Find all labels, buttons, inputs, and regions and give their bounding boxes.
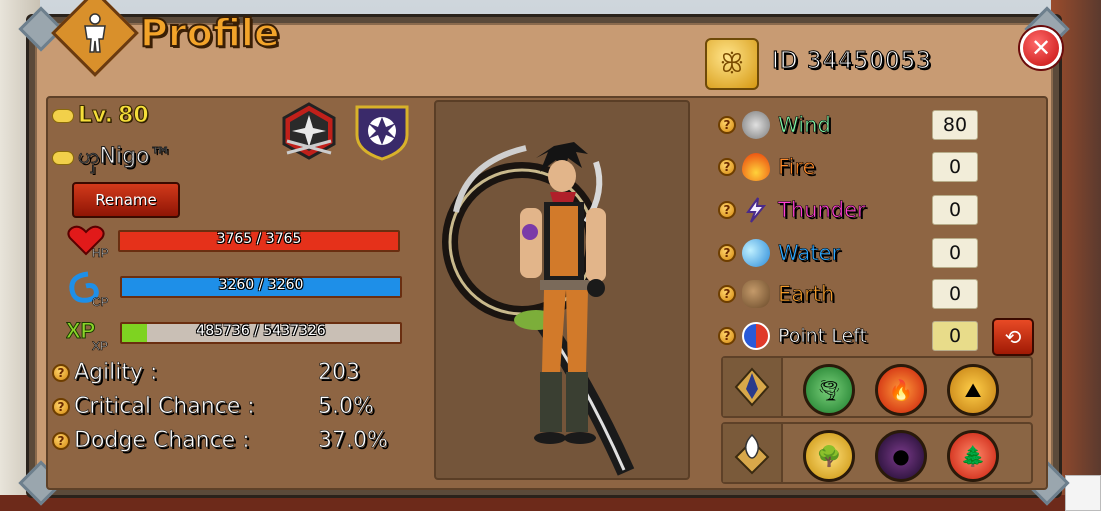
player-name: ၯNigo™ <box>52 141 172 174</box>
window-title-bar: Profile <box>51 0 281 77</box>
cloud-icon <box>52 150 74 165</box>
dodge-chance-value: 37.0% <box>318 428 388 454</box>
skill-fire-icon[interactable]: 🔥 <box>875 364 927 416</box>
thunder-icon <box>742 196 770 224</box>
help-icon[interactable]: ? <box>52 363 70 382</box>
svg-text:XP: XP <box>92 339 108 352</box>
svg-text:CP: CP <box>92 295 109 308</box>
help-icon[interactable]: ? <box>718 158 736 176</box>
help-icon[interactable]: ? <box>52 431 70 450</box>
element-skills-row: 🌪 🔥 ⛰ <box>721 356 1033 418</box>
agility-label: Agility : <box>74 360 158 386</box>
character-preview <box>434 100 690 480</box>
cloud-icon <box>52 108 74 123</box>
talent-flame-tab-icon <box>734 433 770 475</box>
earth-rock-icon <box>742 280 770 308</box>
xp-row: XP XP 485736 / 5437326 <box>66 316 402 354</box>
element-row-wind: ? Wind 80 <box>718 108 978 142</box>
rank-shuriken-emblem-icon[interactable] <box>279 101 339 161</box>
level-label: Lv. <box>78 103 114 129</box>
talent-skills-row: 🌳 ● 🌲 <box>721 422 1033 484</box>
point-left-label: Point Left <box>778 325 868 348</box>
help-icon[interactable]: ? <box>52 397 70 416</box>
xp-icon: XP XP <box>66 316 116 354</box>
detail-row-critical: ? Critical Chance : <box>52 394 255 419</box>
refresh-arrows-icon: ⟲ <box>1004 325 1022 349</box>
element-skills-tab[interactable] <box>723 358 783 416</box>
window-title: Profile <box>139 10 281 56</box>
cp-bar: 3260 / 3260 <box>120 276 402 298</box>
element-name: Water <box>778 241 841 266</box>
element-name: Fire <box>778 155 816 180</box>
yin-yang-icon <box>742 322 770 350</box>
wind-tornado-icon <box>742 111 770 139</box>
chakra-swirl-icon: CP <box>66 270 116 309</box>
svg-text:XP: XP <box>66 318 95 343</box>
element-row-earth: ? Earth 0 <box>718 277 978 311</box>
ninja-character-figure <box>442 142 635 476</box>
help-icon[interactable]: ? <box>718 285 736 303</box>
player-id-label: ID <box>772 48 799 75</box>
critical-chance-value: 5.0% <box>318 394 375 420</box>
talent-shadow-icon[interactable]: ● <box>875 430 927 482</box>
element-row-thunder: ? Thunder 0 <box>718 193 978 227</box>
element-points: 0 <box>932 279 978 309</box>
element-points: 0 <box>932 238 978 268</box>
skill-wind-icon[interactable]: 🌪 <box>803 364 855 416</box>
player-id: ID 34450053 <box>772 48 932 75</box>
xp-bar: 485736 / 5437326 <box>120 322 402 344</box>
element-points: 0 <box>932 195 978 225</box>
element-row-water: ? Water 0 <box>718 236 978 270</box>
water-wave-icon <box>742 239 770 267</box>
profile-figure-icon <box>51 0 139 77</box>
element-points: 80 <box>932 110 978 140</box>
player-id-value: 34450053 <box>806 48 932 75</box>
talent-tree-red-icon[interactable]: 🌲 <box>947 430 999 482</box>
detail-row-agility: ? Agility : <box>52 360 158 386</box>
element-name: Earth <box>778 282 835 307</box>
close-icon: ✕ <box>1030 34 1052 62</box>
fire-icon <box>742 153 770 181</box>
element-name: Thunder <box>778 198 866 223</box>
help-icon[interactable]: ? <box>718 244 736 262</box>
cp-row: CP 3260 / 3260 <box>66 270 402 309</box>
help-icon[interactable]: ? <box>718 201 736 219</box>
ninja-element-tab-icon <box>734 367 770 407</box>
close-button[interactable]: ✕ <box>1020 27 1062 69</box>
player-name-text: ၯNigo™ <box>78 144 173 170</box>
help-icon[interactable]: ? <box>718 116 736 134</box>
talent-skills-tab[interactable] <box>723 424 783 482</box>
heart-icon: HP <box>66 224 116 260</box>
talent-tree-gold-icon[interactable]: 🌳 <box>803 430 855 482</box>
dodge-chance-label: Dodge Chance : <box>74 428 250 454</box>
element-row-point-left: ? Point Left 0 <box>718 319 978 353</box>
hp-value: 3765 / 3765 <box>216 231 302 247</box>
xp-value: 485736 / 5437326 <box>196 323 326 339</box>
hp-row: HP 3765 / 3765 <box>66 224 400 260</box>
level-value: 80 <box>118 103 150 129</box>
svg-text:HP: HP <box>92 246 109 258</box>
corner-user-icon[interactable] <box>1065 475 1101 511</box>
reset-points-button[interactable]: ⟲ <box>992 318 1034 356</box>
element-points: 0 <box>932 152 978 182</box>
help-icon[interactable]: ? <box>718 327 736 345</box>
clan-crest-icon: ꕥ <box>705 38 759 90</box>
hp-bar: 3765 / 3765 <box>118 230 400 252</box>
point-left-value: 0 <box>932 321 978 351</box>
agility-value: 203 <box>318 360 361 386</box>
detail-row-dodge: ? Dodge Chance : <box>52 428 250 453</box>
player-level: Lv. 80 <box>52 103 150 129</box>
element-name: Wind <box>778 113 831 138</box>
element-row-fire: ? Fire 0 <box>718 150 978 184</box>
cp-value: 3260 / 3260 <box>218 277 304 293</box>
critical-chance-label: Critical Chance : <box>74 394 255 420</box>
rename-button[interactable]: Rename <box>72 182 180 218</box>
clan-shuriken-shield-icon[interactable] <box>352 101 412 161</box>
skill-earth-icon[interactable]: ⛰ <box>947 364 999 416</box>
